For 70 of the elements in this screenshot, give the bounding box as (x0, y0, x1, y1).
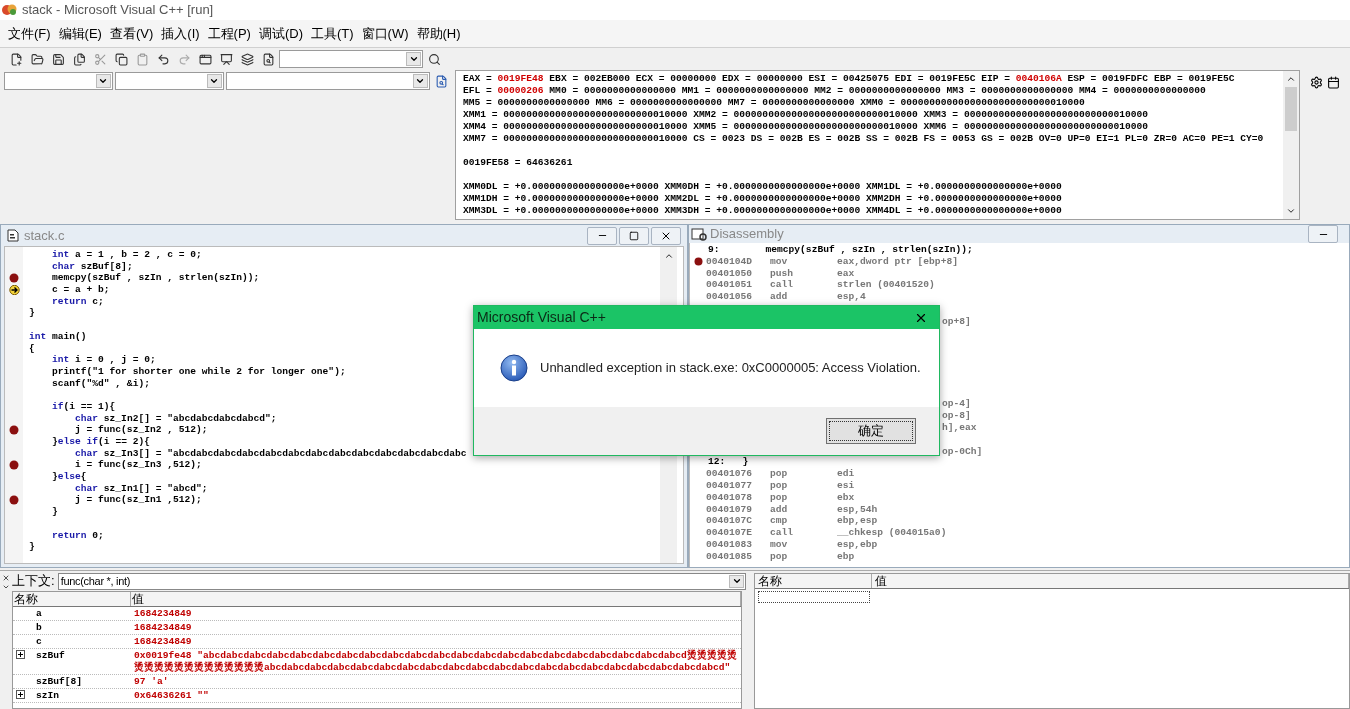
variable-name: c (35, 636, 42, 648)
disassembly-line: 00401050 push eax (706, 267, 855, 280)
code-line: memcpy(szBuf , szIn , strlen(szIn)); (51, 272, 260, 285)
window-title: stack - Microsoft Visual C++ [run] (22, 1, 214, 20)
variable-name: szBuf (35, 650, 65, 662)
disassembly-line: 00401078 pop ebx (706, 491, 855, 504)
source-line: 12: } (707, 456, 749, 469)
disassembly-line: 0040104D mov eax,dword ptr [ebp+8] (706, 255, 958, 268)
code-line: } (29, 541, 35, 553)
window-title: Disassembly (710, 225, 784, 244)
disassembly-line: h],eax (942, 421, 977, 433)
variable-value: 1684234849 (133, 635, 193, 648)
variable-name: a (35, 608, 42, 620)
disassembly-line: 00401051 call strlen (00401520) (706, 279, 935, 292)
code-line: } (29, 307, 35, 320)
register-line: XMM0DL = +0.0000000000000000e+0000 XMM0DH = +0.0000000000000000e+0000 XMM1DL = +0.0000000000000000e+0000 (463, 181, 1062, 193)
disassembly-line: 0040107C cmp ebp,esp (706, 515, 878, 528)
variable-value: 1684234849 (133, 621, 193, 634)
register-line: 0019FE58 = 64636261 (463, 157, 573, 169)
disassembly-line: 00401056 add esp,4 (706, 291, 866, 303)
code-line: if(i == 1){ (51, 400, 116, 413)
dialog-title: Microsoft Visual C++ (477, 308, 606, 327)
code-line: scanf("%d" , &i); (51, 377, 150, 390)
variable-name: szBuf[8] (35, 676, 83, 688)
code-line: int a = 1 , b = 2 , c = 0; (51, 249, 202, 261)
code-line: { (29, 342, 35, 355)
code-line: return c; (51, 295, 104, 308)
variable-value: 0x64636261 "" (133, 689, 210, 702)
code-line: } (51, 506, 58, 518)
source-line: 9: memcpy(szBuf , szIn , strlen(szIn)); (707, 244, 973, 256)
register-line: XMM4 = 00000000000000000000000000010000 XMM5 = 00000000000000000000000000010000 XMM6 = 00000000000000000000000000010000 (463, 121, 1149, 133)
code-line: c = a + b; (51, 284, 110, 296)
variable-value: 0x0019fe48 "abcdabcdabcdabcdabcdabcdabcdabcdabcdabcdabcdabcdabcdabcdabcdabcdabcdabcdabcdabcdabcd烫烫烫烫烫烫烫烫烫烫烫烫烫烫烫烫烫烫abcdabcdabcdabcdabcdabcdabcdabcdabcdabcdabcdabcdabcdabcdabcdabcdabcdabcdabcdabcd" (133, 649, 738, 674)
register-line: XMM1DH = +0.0000000000000000e+0000 XMM2DL = +0.0000000000000000e+0000 XMM2DH = +0.0000000000000000e+0000 (463, 193, 1062, 205)
register-line: XMM7 = 00000000000000000000000000010000 CS = 0023 DS = 002B ES = 002B SS = 002B FS = 0053 GS = 002B OV=0 UP=0 EI=1 PL=0 ZR=0 AC=0 PE=1 CY=0 (463, 133, 1264, 145)
dialog-message: Unhandled exception in stack.exe: 0xC0000005: Access Violation. (540, 359, 921, 378)
disassembly-line: op+8] (942, 315, 971, 327)
register-line: EAX = 0019FE48 EBX = 002EB000 ECX = 00000000 EDX = 00000000 ESI = 00425075 EDI = 0019FE5C EIP = 0040106A ESP = 0019FDFC EBP = 0019FE5C (463, 73, 1235, 85)
disassembly-line: 00401083 mov esp,ebp (706, 538, 878, 551)
code-line: char szBuf[8]; (51, 260, 133, 273)
disassembly-line: 00401076 pop edi (706, 468, 855, 480)
disassembly-line: op-8] (942, 410, 971, 422)
code-line: i = func(sz_In3 ,512); (74, 459, 202, 472)
register-line: XMM3DL = +0.0000000000000000e+0000 XMM3DH = +0.0000000000000000e+0000 XMM4DL = +0.0000000000000000e+0000 (463, 205, 1062, 217)
disassembly-line: 00401079 add esp,54h (706, 503, 878, 516)
code-line: }else{ (51, 471, 87, 483)
code-line: j = func(sz_In1 ,512); (74, 494, 202, 507)
code-line: char sz_In2[] = "abcdabcdabcdabcd"; (74, 412, 277, 425)
code-line: }else if(i == 2){ (51, 436, 150, 448)
variable-name: szIn (35, 690, 60, 702)
window-title: stack.c (24, 226, 65, 245)
code-line: printf("1 for shorter one while 2 for longer one"); (51, 365, 346, 378)
code-line: char sz_In3[] = "abcdabcdabcdabcdabcdabcdabcdabcdabcdabcdabcdabcdabc (74, 447, 467, 460)
register-line: XMM1 = 00000000000000000000000000010000 XMM2 = 00000000000000000000000000010000 XMM3 = 00000000000000000000000000010000 (463, 109, 1149, 121)
disassembly-line: op-4] (942, 398, 971, 410)
variable-name: b (35, 622, 42, 634)
disassembly-line: 00401077 pop esi (706, 480, 855, 492)
code-line: int main() (29, 330, 87, 343)
register-line: EFL = 00000206 MM0 = 0000000000000000 MM1 = 0000000000000000 MM2 = 0000000000000000 MM3 = 0000000000000000 MM4 = 0000000000000000 (463, 85, 1206, 97)
code-line: char sz_In1[] = "abcd"; (74, 482, 208, 495)
disassembly-line: 00401085 pop ebp (706, 550, 855, 563)
disassembly-line: op-0Ch] (942, 445, 983, 457)
register-line: MM5 = 0000000000000000 MM6 = 0000000000000000 MM7 = 0000000000000000 XMM0 = 00000000000000000000000000010000 (463, 97, 1085, 109)
code-line: j = func(sz_In2 , 512); (74, 424, 208, 436)
disassembly-line: 0040107E call __chkesp (004015a0) (706, 527, 947, 539)
code-line: return 0; (51, 529, 104, 542)
code-line: int i = 0 , j = 0; (51, 354, 156, 366)
variable-value: 97 'a' (133, 675, 170, 688)
variable-value: 1684234849 (133, 607, 193, 620)
context-label: 上下文: (12, 572, 55, 591)
